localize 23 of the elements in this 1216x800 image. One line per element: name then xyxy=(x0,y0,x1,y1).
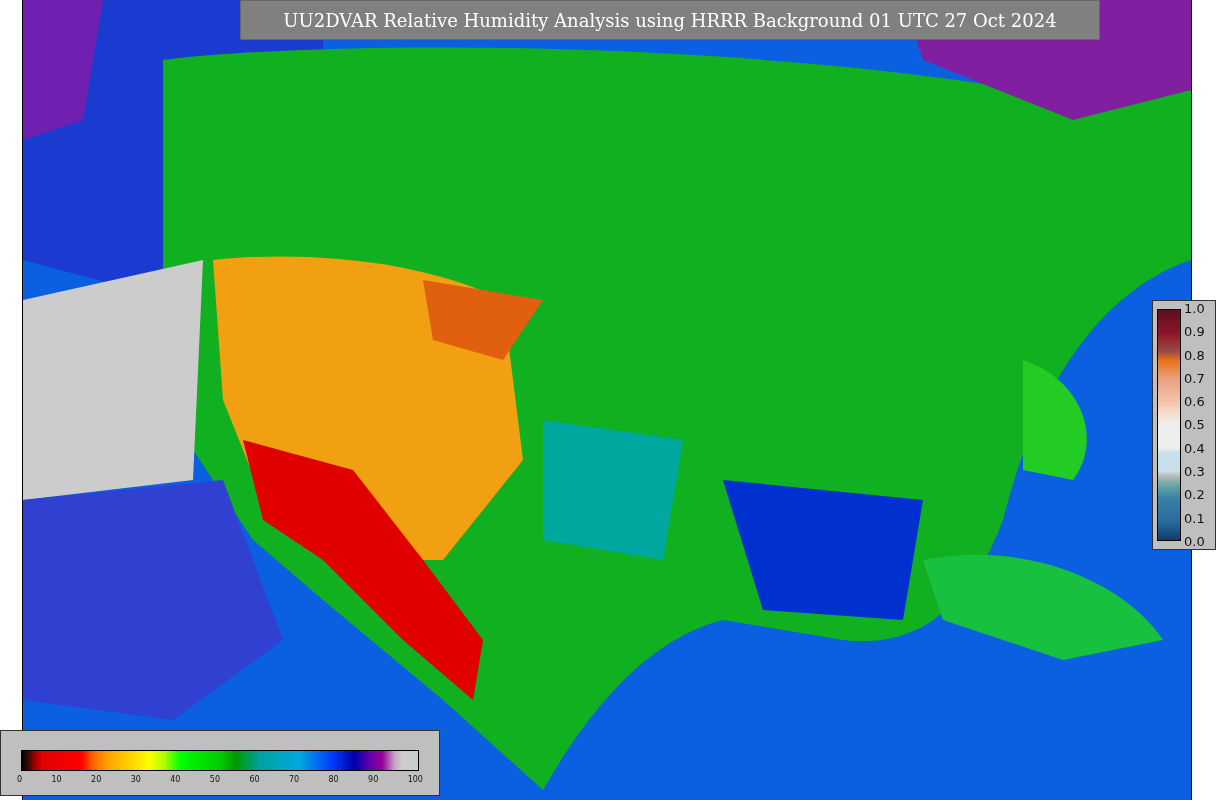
scale-label: 0.7 xyxy=(1184,370,1205,386)
scale-label: 0 xyxy=(17,775,23,784)
scale-label: 80 xyxy=(328,775,339,784)
scale-label: 50 xyxy=(209,775,220,784)
scale-label: 0.9 xyxy=(1184,324,1205,340)
scale-label: 0.2 xyxy=(1184,487,1205,503)
scale-label: 60 xyxy=(249,775,260,784)
scale-label: 40 xyxy=(170,775,181,784)
scale-label: 0.0 xyxy=(1184,533,1205,549)
scale-label: 0.3 xyxy=(1184,464,1205,480)
map-title: UU2DVAR Relative Humidity Analysis using HRRR Background 01 UTC 27 Oct 2024 xyxy=(240,0,1100,40)
scale-label: 90 xyxy=(368,775,379,784)
scale-label: 0.1 xyxy=(1184,510,1205,526)
scale-label: 70 xyxy=(288,775,300,784)
scale-label: 0.6 xyxy=(1184,394,1205,410)
scale-label: 10 xyxy=(51,775,62,784)
scale-label: 0.8 xyxy=(1184,347,1205,363)
scale-label: 0.4 xyxy=(1184,440,1205,456)
scale-label: 0.5 xyxy=(1184,417,1205,433)
scale-label: 100 xyxy=(407,775,423,784)
scale-label: 20 xyxy=(91,775,102,784)
scale-label: 30 xyxy=(130,775,141,784)
scale-label: 1.0 xyxy=(1184,301,1205,316)
